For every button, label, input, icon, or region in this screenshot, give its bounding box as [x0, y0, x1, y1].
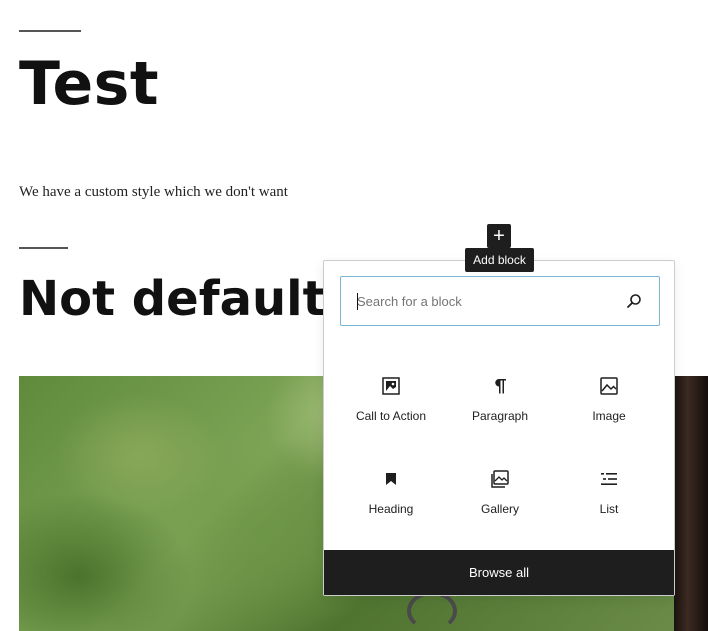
block-label: Paragraph: [471, 409, 529, 423]
heading-icon: [379, 467, 403, 491]
browse-all-button[interactable]: Browse all: [324, 550, 674, 595]
block-label: Call to Action: [355, 409, 427, 423]
block-search[interactable]: [340, 276, 660, 326]
add-block-tooltip: Add block: [465, 248, 534, 272]
paragraph-block[interactable]: We have a custom style which we don't wa…: [19, 184, 288, 201]
heading-block[interactable]: Not default style: [19, 272, 339, 327]
block-paragraph[interactable]: Paragraph: [446, 366, 554, 446]
gallery-icon: [488, 467, 512, 491]
search-icon[interactable]: [625, 292, 643, 310]
block-label: List: [599, 502, 619, 516]
paragraph-icon: [488, 374, 512, 398]
block-gallery[interactable]: Gallery: [446, 459, 554, 539]
text-caret: [357, 293, 358, 310]
block-label: Gallery: [480, 502, 519, 516]
cover-image-frame: [674, 376, 708, 631]
block-image[interactable]: Image: [555, 366, 663, 446]
block-heading[interactable]: Heading: [337, 459, 445, 539]
block-inserter-popover: Call to Action Paragraph Image: [323, 260, 675, 596]
add-block-button[interactable]: +: [487, 224, 511, 248]
block-label: Heading: [368, 502, 414, 516]
call-to-action-icon: [379, 374, 403, 398]
block-label: Image: [592, 409, 626, 423]
block-list[interactable]: List: [555, 459, 663, 539]
image-icon: [597, 374, 621, 398]
post-title[interactable]: Test: [19, 50, 159, 119]
block-call-to-action[interactable]: Call to Action: [337, 366, 445, 446]
separator: [19, 30, 81, 32]
block-search-input[interactable]: [341, 277, 625, 325]
separator: [19, 247, 68, 249]
list-icon: [597, 467, 621, 491]
